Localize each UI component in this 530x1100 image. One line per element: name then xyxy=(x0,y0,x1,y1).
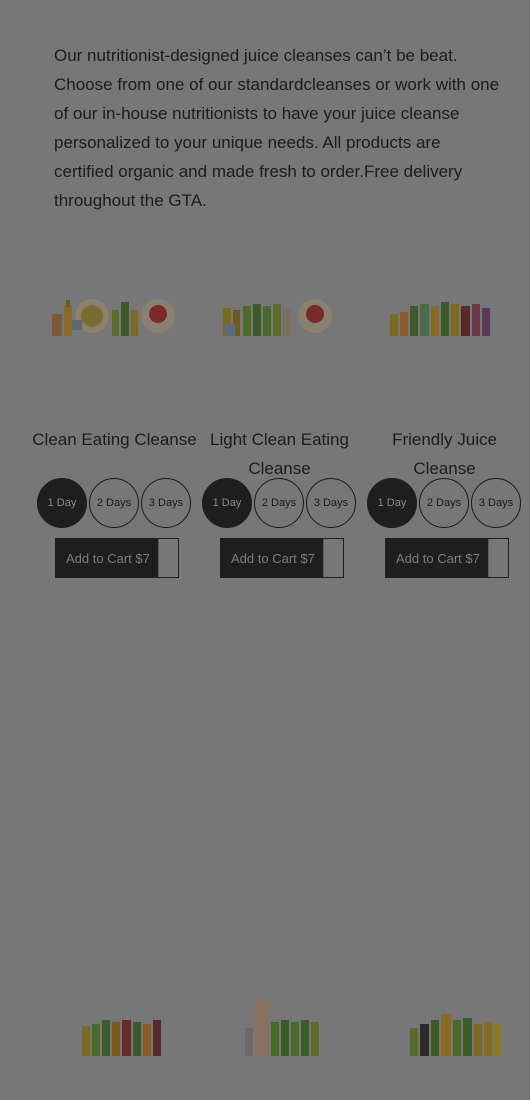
duration-option-2-days[interactable]: 2 Days xyxy=(254,478,304,528)
product-name[interactable]: Friendly Juice Cleanse xyxy=(362,425,527,483)
juice-bottles-image xyxy=(51,299,175,336)
add-to-cart-button[interactable]: Add to Cart $7 xyxy=(221,539,323,577)
quantity-field[interactable] xyxy=(488,539,508,577)
add-to-cart-button[interactable]: Add to Cart $7 xyxy=(386,539,488,577)
product-name[interactable]: Clean Eating Cleanse xyxy=(32,425,197,454)
juice-bottles-image xyxy=(81,1020,161,1056)
juice-bottles-image xyxy=(244,1000,319,1056)
duration-option-2-days[interactable]: 2 Days xyxy=(89,478,139,528)
duration-option-1-day[interactable]: 1 Day xyxy=(37,478,87,528)
add-to-cart-group: Add to Cart $7 xyxy=(220,538,344,578)
duration-option-1-day[interactable]: 1 Day xyxy=(367,478,417,528)
product-image[interactable] xyxy=(362,990,527,1100)
juice-bottles-image xyxy=(409,1014,501,1056)
product-image[interactable] xyxy=(32,280,197,390)
juice-bottles-image xyxy=(222,299,332,336)
product-image[interactable] xyxy=(32,990,197,1100)
quantity-field[interactable] xyxy=(158,539,178,577)
product-image[interactable] xyxy=(197,990,362,1100)
product-image[interactable] xyxy=(197,280,362,390)
duration-option-2-days[interactable]: 2 Days xyxy=(419,478,469,528)
add-to-cart-button[interactable]: Add to Cart $7 xyxy=(56,539,158,577)
add-to-cart-group: Add to Cart $7 xyxy=(55,538,179,578)
quantity-field[interactable] xyxy=(323,539,343,577)
add-to-cart-group: Add to Cart $7 xyxy=(385,538,509,578)
duration-options: 1 Day 2 Days 3 Days xyxy=(345,478,530,530)
intro-text: Our nutritionist-designed juice cleanses… xyxy=(54,46,500,210)
duration-option-3-days[interactable]: 3 Days xyxy=(471,478,521,528)
product-name[interactable]: Light Clean Eating Cleanse xyxy=(197,425,362,483)
juice-bottles-image xyxy=(389,302,490,336)
product-image[interactable] xyxy=(362,280,527,390)
duration-option-1-day[interactable]: 1 Day xyxy=(202,478,252,528)
